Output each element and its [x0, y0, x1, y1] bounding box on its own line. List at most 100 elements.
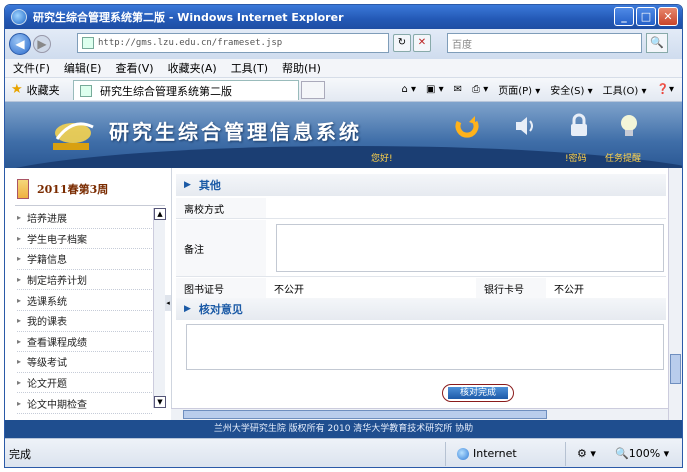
arrow-icon: ▸ [17, 316, 22, 326]
sidebar-divider [15, 205, 165, 206]
back-button[interactable]: ◀ [9, 33, 31, 55]
sidebar: 2011春第3周 ▸ 培养进展 ▸ 学生电子档案 ▸ 学籍信息 ▸ 制定培养计划 ▸ 选课… [5, 168, 169, 414]
tab-title: 研究生综合管理系统第二版 [100, 84, 232, 98]
tasks-link[interactable]: 任务提醒 [605, 151, 641, 164]
university-logo-icon [53, 122, 94, 150]
horizontal-scrollbar[interactable] [171, 408, 668, 420]
leave-mode-value [266, 198, 666, 218]
sidebar-item-label: 培养进展 [27, 214, 68, 226]
sidebar-item-student-archive[interactable]: ▸ 学生电子档案 [17, 229, 152, 250]
menu-edit[interactable]: 编辑(E) [64, 60, 102, 76]
refresh-icon[interactable] [453, 112, 481, 140]
arrow-icon: ▸ [17, 378, 22, 388]
sidebar-item-my-schedule[interactable]: ▸ 我的课表 [17, 311, 152, 332]
password-link[interactable]: !密码 [565, 151, 587, 164]
favorites-label: 收藏夹 [26, 83, 60, 97]
sidebar-item-label: 论文中期检查 [27, 399, 88, 411]
confirm-button[interactable]: 核对完成 [442, 384, 514, 402]
sidebar-item-thesis-proposal[interactable]: ▸ 论文开题 [17, 373, 152, 394]
lightbulb-icon[interactable] [615, 112, 643, 140]
maximize-button[interactable]: □ [636, 7, 656, 26]
sidebar-menu: ▸ 培养进展 ▸ 学生电子档案 ▸ 学籍信息 ▸ 制定培养计划 ▸ 选课系统 ▸ 我的课表 … [17, 208, 152, 414]
scroll-up-icon[interactable]: ▲ [154, 208, 166, 220]
command-bar: ⌂ ▾ ▣ ▾ ✉ ⎙ ▾ 页面(P) ▾ 安全(S) ▾ 工具(O) ▾ ❓▾ [401, 82, 674, 97]
arrow-icon: ▸ [17, 233, 22, 243]
sidebar-item-status-info[interactable]: ▸ 学籍信息 [17, 249, 152, 270]
menu-file[interactable]: 文件(F) [13, 60, 50, 76]
status-bar: 完成 Internet ⚙ ▾ 🔍100% ▾ [5, 438, 682, 467]
minimize-button[interactable]: _ [614, 7, 634, 26]
feeds-icon[interactable]: ▣ ▾ [426, 84, 444, 95]
sidebar-scrollbar[interactable]: ▲ ▼ [153, 208, 166, 408]
sidebar-item-label: 我的课表 [27, 317, 68, 329]
review-textarea[interactable] [186, 324, 664, 370]
scroll-thumb[interactable] [670, 354, 681, 384]
page-icon [82, 37, 94, 49]
section-title: 其他 [198, 179, 221, 192]
sidebar-item-label: 论文开题 [27, 379, 68, 391]
close-button[interactable]: ✕ [658, 7, 678, 26]
protected-mode-icon[interactable]: ⚙ ▾ [577, 447, 596, 460]
menu-view[interactable]: 查看(V) [115, 60, 153, 76]
print-icon[interactable]: ⎙ ▾ [472, 84, 488, 95]
url-field[interactable]: http://gms.lzu.edu.cn/frameset.jsp [77, 33, 389, 53]
section-arrow-icon: ▶ [184, 180, 191, 190]
section-arrow-icon: ▶ [184, 304, 191, 314]
page-content: 研究生综合管理信息系统 您好! !密码 任务提醒 2011春第3周 ▸ 培养进展… [5, 102, 682, 438]
arrow-icon: ▸ [17, 357, 22, 367]
system-name: 研究生综合管理信息系统 [109, 120, 362, 144]
arrow-icon: ▸ [17, 398, 22, 408]
menu-tools[interactable]: 工具(T) [231, 60, 268, 76]
bank-card-value: 不公开 [554, 284, 584, 296]
lock-icon[interactable] [565, 112, 593, 140]
sidebar-item-grades[interactable]: ▸ 查看课程成绩 [17, 332, 152, 353]
favorites-button[interactable]: ★ 收藏夹 [11, 82, 60, 98]
browser-tab[interactable]: 研究生综合管理系统第二版 [73, 80, 299, 100]
term-label: 2011春第3周 [37, 183, 109, 196]
forward-button[interactable]: ▶ [33, 35, 51, 53]
refresh-button[interactable]: ↻ [393, 34, 411, 52]
sidebar-item-midterm-check[interactable]: ▸ 论文中期检查 [17, 393, 152, 414]
search-input[interactable]: 百度 [447, 33, 642, 53]
section-title: 核对意见 [198, 303, 243, 316]
tab-page-icon [80, 84, 92, 97]
speaker-icon[interactable] [510, 112, 538, 140]
remark-textarea[interactable] [276, 224, 664, 272]
home-icon[interactable]: ⌂ ▾ [401, 84, 416, 95]
sidebar-item-training-plan[interactable]: ▸ 制定培养计划 [17, 270, 152, 291]
scroll-down-icon[interactable]: ▼ [154, 396, 166, 408]
menu-favorites[interactable]: 收藏夹(A) [168, 60, 217, 76]
zoom-control[interactable]: 🔍100% ▾ [615, 447, 669, 460]
new-tab-button[interactable] [301, 81, 325, 99]
vertical-scrollbar[interactable] [668, 168, 682, 420]
menu-help[interactable]: 帮助(H) [282, 60, 321, 76]
leave-mode-row: 离校方式 [176, 198, 666, 218]
safety-menu[interactable]: 安全(S) ▾ [550, 82, 592, 97]
sidebar-item-label: 学籍信息 [27, 255, 68, 267]
help-icon[interactable]: ❓▾ [657, 84, 674, 95]
page-footer: 兰州大学研究生院 版权所有 2010 清华大学教育技术研究所 协助 [5, 420, 682, 438]
mail-icon[interactable]: ✉ [454, 84, 462, 95]
arrow-icon: ▸ [17, 275, 22, 285]
section-other: ▶ 其他 [176, 174, 666, 196]
url-text: http://gms.lzu.edu.cn/frameset.jsp [98, 38, 283, 48]
search-icon[interactable]: 🔍 [646, 33, 668, 53]
sidebar-item-label: 制定培养计划 [27, 276, 88, 288]
remark-label: 备注 [176, 220, 266, 276]
confirm-label: 核对完成 [448, 387, 508, 399]
stop-button[interactable]: ✕ [413, 34, 431, 52]
library-card-label: 图书证号 [176, 278, 266, 298]
page-menu[interactable]: 页面(P) ▾ [498, 82, 540, 97]
sidebar-item-training-progress[interactable]: ▸ 培养进展 [17, 208, 152, 229]
card-row: 图书证号 不公开 银行卡号 不公开 [176, 278, 666, 298]
title-bar: 研究生综合管理系统第二版 - Windows Internet Explorer… [5, 5, 682, 29]
scroll-thumb[interactable] [183, 410, 547, 419]
internet-zone: Internet [457, 447, 517, 460]
address-bar: ◀ ▶ http://gms.lzu.edu.cn/frameset.jsp ↻… [5, 29, 682, 59]
arrow-icon: ▸ [17, 254, 22, 264]
tools-menu[interactable]: 工具(O) ▾ [603, 82, 647, 97]
ie-logo-icon [11, 9, 27, 25]
favorites-bar: ★ 收藏夹 研究生综合管理系统第二版 ⌂ ▾ ▣ ▾ ✉ ⎙ ▾ 页面(P) ▾… [5, 78, 682, 102]
sidebar-item-level-exam[interactable]: ▸ 等级考试 [17, 352, 152, 373]
sidebar-item-course-selection[interactable]: ▸ 选课系统 [17, 290, 152, 311]
